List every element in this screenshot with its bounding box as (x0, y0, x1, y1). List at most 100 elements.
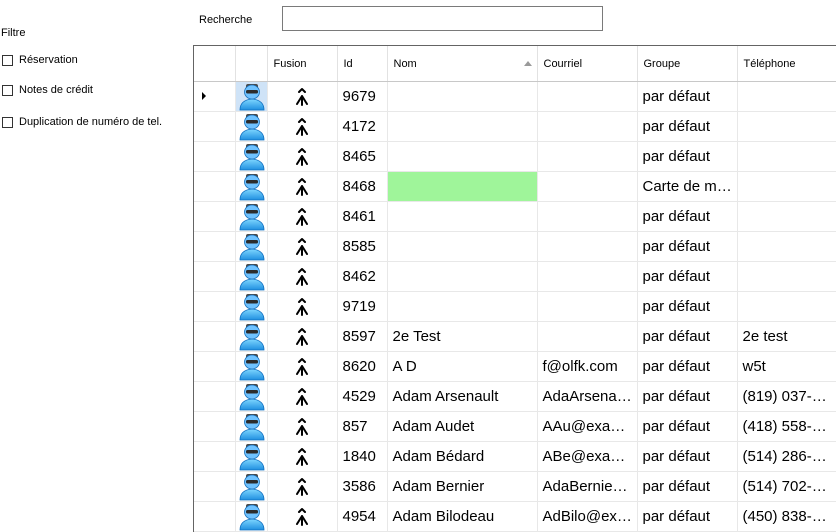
merge-icon[interactable] (294, 327, 310, 347)
groupe-cell[interactable]: par défaut (637, 351, 738, 382)
row-header-cell[interactable] (194, 351, 236, 382)
courriel-cell[interactable] (537, 111, 638, 142)
id-cell[interactable]: 8468 (337, 171, 388, 202)
avatar-cell[interactable] (235, 321, 268, 352)
groupe-cell[interactable]: par défaut (637, 501, 738, 532)
telephone-cell[interactable]: (514) 702-… (737, 471, 836, 502)
table-row[interactable]: 4172 par défaut (194, 111, 836, 142)
table-row[interactable]: 8465 par défaut (194, 141, 836, 172)
table-row[interactable]: 3586 Adam Bernier AdaBernie… par défaut (514… (194, 471, 836, 502)
avatar-cell[interactable] (235, 501, 268, 532)
row-header-cell[interactable] (194, 471, 236, 502)
courriel-cell[interactable]: AAu@exa… (537, 411, 638, 442)
telephone-cell[interactable]: (819) 037-… (737, 381, 836, 412)
avatar-cell[interactable] (235, 441, 268, 472)
telephone-cell[interactable]: (418) 558-… (737, 411, 836, 442)
groupe-cell[interactable]: par défaut (637, 471, 738, 502)
id-cell[interactable]: 8620 (337, 351, 388, 382)
fusion-cell[interactable] (267, 111, 338, 142)
groupe-cell[interactable]: par défaut (637, 381, 738, 412)
avatar-cell[interactable] (235, 141, 268, 172)
courriel-cell[interactable] (537, 201, 638, 232)
fusion-cell[interactable] (267, 321, 338, 352)
row-header-cell[interactable] (194, 81, 236, 112)
avatar-cell[interactable] (235, 201, 268, 232)
nom-cell[interactable]: Adam Arsenault (387, 381, 538, 412)
telephone-cell[interactable] (737, 111, 836, 142)
telephone-cell[interactable] (737, 231, 836, 262)
telephone-cell[interactable]: (514) 286-… (737, 441, 836, 472)
groupe-cell[interactable]: par défaut (637, 141, 738, 172)
telephone-cell[interactable] (737, 201, 836, 232)
id-cell[interactable]: 8461 (337, 201, 388, 232)
groupe-cell[interactable]: Carte de m… (637, 171, 738, 202)
id-cell[interactable]: 8462 (337, 261, 388, 292)
table-row[interactable]: 8585 par défaut (194, 231, 836, 262)
telephone-cell[interactable]: 2e test (737, 321, 836, 352)
merge-icon[interactable] (294, 387, 310, 407)
row-header-cell[interactable] (194, 171, 236, 202)
column-header-fusion[interactable]: Fusion (267, 46, 338, 82)
row-header-cell[interactable] (194, 501, 236, 532)
column-header-nom[interactable]: Nom (387, 46, 538, 82)
nom-cell[interactable] (387, 111, 538, 142)
row-header-cell[interactable] (194, 261, 236, 292)
merge-icon[interactable] (294, 477, 310, 497)
table-row[interactable]: 8468 Carte de m… (194, 171, 836, 202)
row-header-cell[interactable] (194, 201, 236, 232)
groupe-cell[interactable]: par défaut (637, 111, 738, 142)
id-cell[interactable]: 1840 (337, 441, 388, 472)
checkbox-reservation[interactable]: Réservation (2, 54, 78, 66)
checkbox-box[interactable] (2, 116, 13, 128)
clients-grid[interactable]: Fusion Id Nom Courriel Groupe Téléphone … (193, 45, 836, 532)
nom-cell[interactable] (387, 231, 538, 262)
merge-icon[interactable] (294, 447, 310, 467)
merge-icon[interactable] (294, 237, 310, 257)
checkbox-notes-credit[interactable]: Notes de crédit (2, 84, 93, 96)
id-cell[interactable]: 4529 (337, 381, 388, 412)
id-cell[interactable]: 9719 (337, 291, 388, 322)
nom-cell[interactable]: 2e Test (387, 321, 538, 352)
groupe-cell[interactable]: par défaut (637, 291, 738, 322)
courriel-cell[interactable] (537, 261, 638, 292)
merge-icon[interactable] (294, 507, 310, 527)
search-input[interactable] (282, 6, 603, 31)
avatar-cell[interactable] (235, 231, 268, 262)
id-cell[interactable]: 4954 (337, 501, 388, 532)
courriel-cell[interactable] (537, 291, 638, 322)
courriel-cell[interactable]: AdaBernie… (537, 471, 638, 502)
avatar-cell[interactable] (235, 471, 268, 502)
groupe-cell[interactable]: par défaut (637, 231, 738, 262)
avatar-cell[interactable] (235, 411, 268, 442)
courriel-cell[interactable] (537, 141, 638, 172)
nom-cell[interactable] (387, 261, 538, 292)
table-row[interactable]: 9679 par défaut (194, 81, 836, 112)
merge-icon[interactable] (294, 177, 310, 197)
fusion-cell[interactable] (267, 411, 338, 442)
id-cell[interactable]: 8465 (337, 141, 388, 172)
row-header-cell[interactable] (194, 381, 236, 412)
id-cell[interactable]: 9679 (337, 81, 388, 112)
courriel-cell[interactable] (537, 81, 638, 112)
merge-icon[interactable] (294, 147, 310, 167)
merge-icon[interactable] (294, 117, 310, 137)
courriel-cell[interactable] (537, 231, 638, 262)
telephone-cell[interactable] (737, 261, 836, 292)
row-header-cell[interactable] (194, 231, 236, 262)
nom-cell[interactable] (387, 171, 538, 202)
fusion-cell[interactable] (267, 291, 338, 322)
id-cell[interactable]: 4172 (337, 111, 388, 142)
telephone-cell[interactable]: (450) 838-… (737, 501, 836, 532)
courriel-cell[interactable]: AdBilo@ex… (537, 501, 638, 532)
row-header-cell[interactable] (194, 321, 236, 352)
avatar-cell[interactable] (235, 381, 268, 412)
groupe-cell[interactable]: par défaut (637, 321, 738, 352)
column-header-avatar[interactable] (235, 46, 268, 82)
courriel-cell[interactable]: AdaArsena… (537, 381, 638, 412)
avatar-cell[interactable] (235, 81, 268, 112)
row-header-cell[interactable] (194, 441, 236, 472)
groupe-cell[interactable]: par défaut (637, 81, 738, 112)
column-header-groupe[interactable]: Groupe (637, 46, 738, 82)
row-header-cell[interactable] (194, 141, 236, 172)
fusion-cell[interactable] (267, 501, 338, 532)
